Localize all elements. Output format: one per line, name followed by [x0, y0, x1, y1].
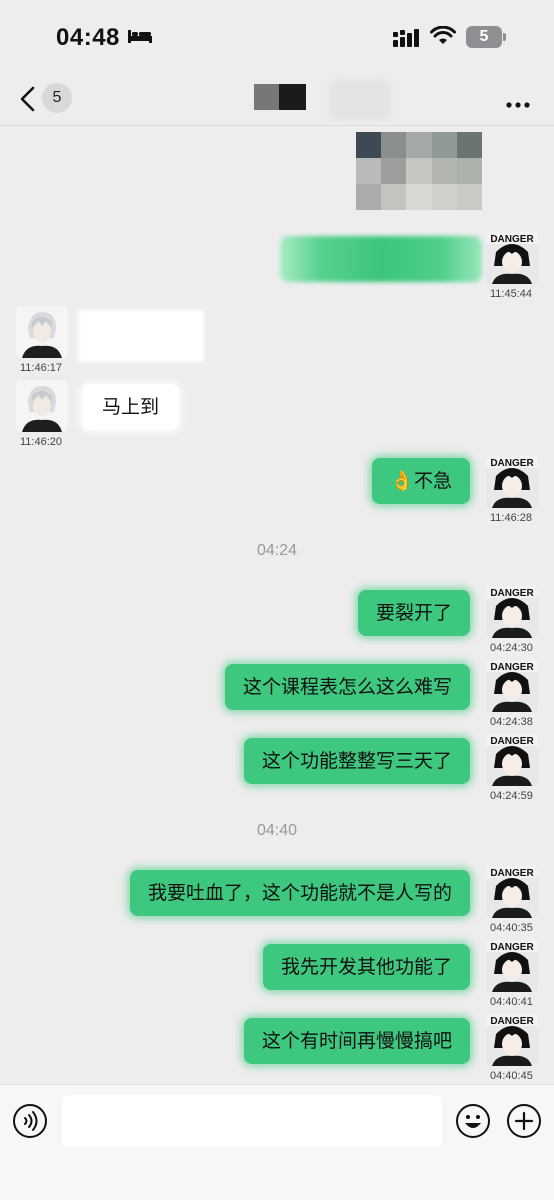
svg-text:DANGER: DANGER — [490, 458, 534, 469]
chat-title-blur — [330, 80, 390, 120]
emoji-icon[interactable] — [455, 1103, 491, 1143]
message-bubble[interactable]: 要裂开了 — [357, 590, 470, 636]
svg-text:DANGER: DANGER — [490, 736, 534, 747]
message-bubble[interactable]: 这个课程表怎么这么难写 — [224, 664, 470, 710]
battery-cap — [503, 33, 506, 41]
my-avatar[interactable]: DANGER — [486, 866, 538, 918]
message-time: 11:46:20 — [20, 436, 63, 448]
message-input[interactable] — [62, 1095, 442, 1147]
message-time: 04:24:30 — [490, 642, 533, 654]
my-avatar[interactable]: DANGER — [486, 940, 538, 992]
svg-text:DANGER: DANGER — [490, 868, 534, 879]
time-separator: 04:40 — [256, 822, 298, 839]
message-time: 04:40:35 — [490, 922, 533, 934]
more-icon[interactable] — [505, 94, 531, 113]
status-bar: 04:48 5 — [0, 0, 554, 70]
message-time: 04:40:41 — [490, 996, 533, 1008]
message-time: 11:45:44 — [490, 288, 533, 300]
input-bar — [0, 1084, 554, 1200]
signal-icon — [393, 29, 421, 51]
message-bubble[interactable]: 我要吐血了，这个功能就不是人写的 — [129, 870, 470, 916]
svg-text:DANGER: DANGER — [490, 234, 534, 245]
contact-avatar[interactable] — [16, 306, 68, 358]
message-bubble[interactable]: 马上到 — [82, 384, 180, 430]
bed-icon — [128, 28, 152, 48]
my-avatar[interactable]: DANGER — [486, 734, 538, 786]
svg-text:DANGER: DANGER — [490, 1016, 534, 1027]
my-avatar[interactable]: DANGER — [486, 586, 538, 638]
contact-avatar[interactable] — [16, 380, 68, 432]
unread-badge[interactable]: 5 — [42, 83, 72, 113]
message-bubble[interactable]: 我先开发其他功能了 — [262, 944, 470, 990]
time-separator: 04:24 — [256, 542, 298, 559]
header-divider — [0, 125, 554, 126]
wifi-icon — [430, 25, 456, 50]
message-bubble[interactable]: 这个有时间再慢慢搞吧 — [243, 1018, 470, 1064]
blurred-message-bubble[interactable] — [280, 236, 482, 282]
svg-text:DANGER: DANGER — [490, 662, 534, 673]
my-avatar[interactable]: DANGER — [486, 660, 538, 712]
svg-text:DANGER: DANGER — [490, 942, 534, 953]
voice-icon[interactable] — [12, 1103, 48, 1143]
message-time: 04:24:38 — [490, 716, 533, 728]
message-time: 04:40:45 — [490, 1070, 533, 1082]
plus-icon[interactable] — [506, 1103, 542, 1143]
back-icon[interactable] — [18, 86, 38, 112]
chat-header: 5 — [0, 70, 554, 126]
my-avatar[interactable]: DANGER — [486, 456, 538, 508]
my-avatar[interactable]: DANGER — [486, 232, 538, 284]
message-time: 04:24:59 — [490, 790, 533, 802]
battery-indicator: 5 — [466, 26, 502, 48]
message-bubble[interactable]: 👌不急 — [372, 458, 470, 504]
status-time: 04:48 — [56, 24, 120, 51]
blurred-message-bubble[interactable] — [78, 310, 204, 362]
pixelated-image[interactable] — [356, 132, 482, 210]
my-avatar[interactable]: DANGER — [486, 1014, 538, 1066]
message-time: 11:46:28 — [490, 512, 533, 524]
chat-title-censored — [254, 84, 306, 110]
svg-text:DANGER: DANGER — [490, 588, 534, 599]
message-bubble[interactable]: 这个功能整整写三天了 — [243, 738, 470, 784]
message-time: 11:46:17 — [20, 362, 63, 374]
